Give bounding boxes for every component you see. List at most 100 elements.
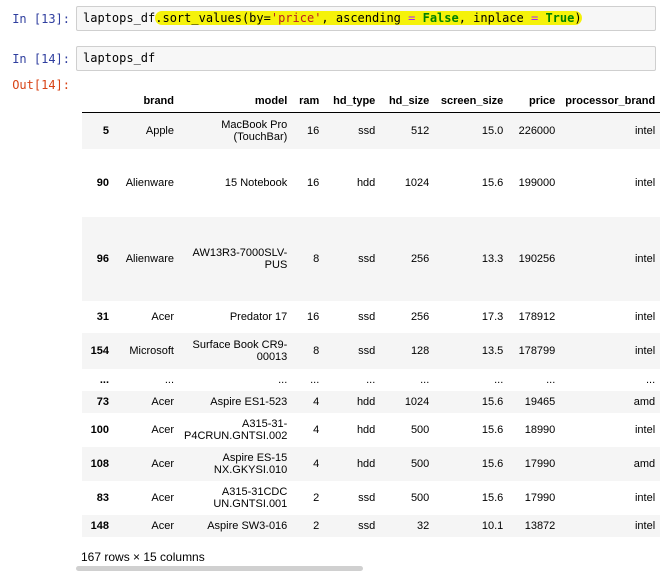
row-index: 100 [90,423,109,436]
cell-ram: 8 [313,344,320,357]
cell-brand: Acer [151,310,174,323]
cell-hd-size: 500 [410,457,430,470]
cell-processor-brand: intel [634,423,656,436]
cell-price: 13872 [524,519,556,532]
cell-hd-type: hdd [356,457,376,470]
cell-processor-brand: intel [634,252,656,265]
cell-ram: 2 [313,491,320,504]
cell-hd-type: ssd [358,519,376,532]
code-var: laptops_df [83,11,156,25]
cell-brand: Alienware [125,176,174,189]
cell-14-input[interactable]: laptops_df [76,46,656,71]
cell-price: 18990 [524,423,556,436]
row-index: 148 [90,519,109,532]
cell-screen-size: 15.6 [481,491,504,504]
code-eq-1: = [408,11,416,25]
cell-brand: Apple [145,124,174,137]
dataframe-output: brand model ram hd_type hd_size screen_s… [82,90,668,537]
cell-processor-brand: intel [634,176,656,189]
code-highlight: .sort_values(by='price', ascending = Fal… [155,11,582,25]
cell-13-code[interactable]: laptops_df.sort_values(by='price', ascen… [83,11,582,25]
cell-processor-brand: amd [633,395,656,408]
cell-hd-type: ... [366,373,376,386]
dataframe-table: brand model ram hd_type hd_size screen_s… [82,90,661,537]
cell-brand: Acer [151,457,174,470]
cell-hd-size: 32 [417,519,430,532]
cell-brand: Microsoft [129,344,174,357]
cell-model: 15 Notebook [224,176,288,189]
column-header: model [179,90,293,113]
cell-hd-type: hdd [356,395,376,408]
column-header: hd_size [380,90,435,113]
cell-hd-type: ssd [358,310,376,323]
table-row: 90 Alienware 15 Notebook 16 hdd 1024 15.… [82,148,661,217]
row-index: 83 [96,491,109,504]
cell-ram: 16 [307,124,320,137]
cell-brand: Alienware [125,252,174,265]
code-arg-price: 'price' [270,11,322,25]
cell-processor-brand: ... [646,373,656,386]
dataframe-shape-summary: 167 rows × 15 columns [81,550,205,564]
cell-ram: 2 [313,519,320,532]
code-false: False [422,11,459,25]
table-row: 5 Apple MacBook Pro (TouchBar) 16 ssd 51… [82,112,661,149]
cell-price: 17990 [524,491,556,504]
cell-screen-size: 15.6 [481,423,504,436]
cell-hd-size: 1024 [404,176,430,189]
cell-hd-size: ... [420,373,430,386]
row-index: 90 [96,176,109,189]
cell-hd-type: ssd [358,252,376,265]
out-14-prompt: Out[14]: [12,78,70,92]
cell-ram: 16 [307,310,320,323]
cell-model: Aspire SW3-016 [207,519,288,532]
cell-price: 19465 [524,395,556,408]
code-true: True [545,11,575,25]
cell-brand: Acer [151,491,174,504]
column-header: brand [114,90,179,113]
cell-hd-size: 128 [410,344,430,357]
table-row: 73 Acer Aspire ES1-523 4 hdd 1024 15.6 1… [82,390,661,413]
cell-model: A315-31-P4CRUN.GNTSI.002 [184,417,288,442]
cell-brand: Acer [151,519,174,532]
cell-model: Predator 17 [229,310,288,323]
cell-screen-size: 17.3 [481,310,504,323]
cell-hd-type: ssd [358,124,376,137]
cell-13-input[interactable]: laptops_df.sort_values(by='price', ascen… [76,6,656,31]
row-index: 108 [90,457,109,470]
cell-hd-size: 500 [410,491,430,504]
row-index: ... [99,373,109,386]
cell-model: AW13R3-7000SLV-PUS [192,246,288,271]
column-header: price [508,90,561,113]
cell-hd-size: 1024 [404,395,430,408]
cell-price: 178799 [518,344,556,357]
table-row: 31 Acer Predator 17 16 ssd 256 17.3 1789… [82,300,661,333]
cell-model: Aspire ES-15 NX.GKYSI.010 [213,451,288,476]
cell-model: Aspire ES1-523 [210,395,288,408]
cell-model: Surface Book CR9-00013 [192,338,288,363]
column-header: processor_brand [560,90,661,113]
cell-ram: 8 [313,252,320,265]
cell-brand: Acer [151,423,174,436]
code-method: .sort_values(by= [155,11,271,25]
index-header [82,90,114,113]
cell-brand: Acer [151,395,174,408]
cell-screen-size: 15.0 [481,124,504,137]
cell-14-code[interactable]: laptops_df [83,51,155,65]
table-row: 83 Acer A315-31CDC UN.GNTSI.001 2 ssd 50… [82,480,661,515]
cell-hd-size: 512 [410,124,430,137]
cell-hd-size: 256 [410,252,430,265]
cell-screen-size: 15.6 [481,176,504,189]
horizontal-scrollbar[interactable] [76,566,363,571]
cell-model: MacBook Pro (TouchBar) [221,118,288,143]
cell-screen-size: 15.6 [481,395,504,408]
cell-price: ... [546,373,556,386]
cell-screen-size: ... [494,373,504,386]
table-row-ellipsis: ... ... ... ... ... ... ... ... ... [82,368,661,391]
cell-price: 17990 [524,457,556,470]
table-row: 108 Acer Aspire ES-15 NX.GKYSI.010 4 hdd… [82,446,661,481]
cell-screen-size: 13.5 [481,344,504,357]
cell-price: 199000 [518,176,556,189]
cell-model: ... [278,373,288,386]
column-header: hd_type [324,90,381,113]
code-close-paren: ) [574,11,582,25]
